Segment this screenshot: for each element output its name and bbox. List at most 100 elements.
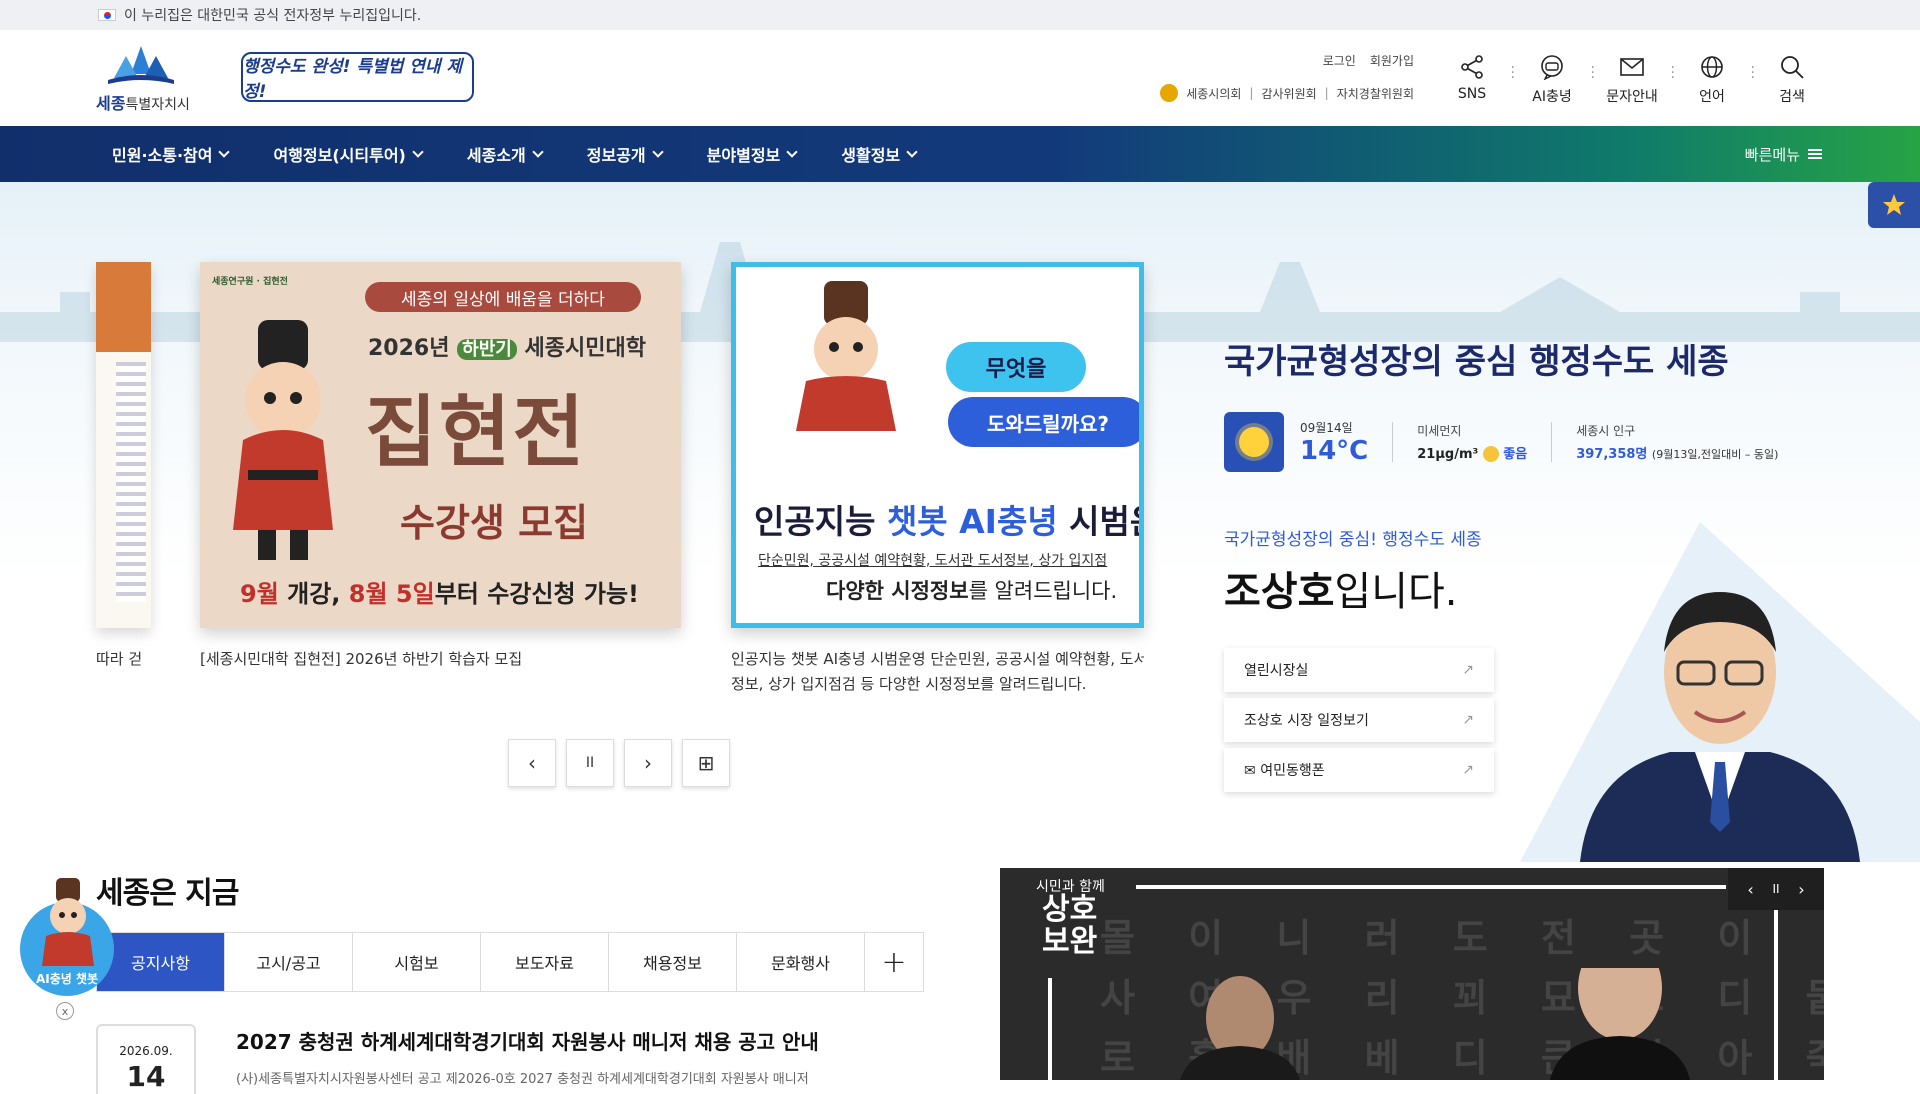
ai-chungnyeong-button[interactable]: AI충녕 · · · [1512, 54, 1595, 106]
tab-press[interactable]: 보도자료 [481, 933, 609, 991]
signup-link[interactable]: 회원가입 [1370, 52, 1414, 69]
chatbot-close-button[interactable]: x [56, 1002, 74, 1020]
slide-subtitle: 단순민원, 공공시설 예약현황, 도서관 도서정보, 상가 입지점 [758, 553, 1108, 569]
nav-item-info-disclosure[interactable]: 정보공개 [587, 126, 664, 182]
slide-title: 집현전 [365, 388, 587, 478]
main-nav: 민원·소통·참여 여행정보(시티투어) 세종소개 정보공개 분야별정보 생활정보… [0, 126, 1920, 182]
mayor-photo [1520, 522, 1920, 862]
slider-next-button[interactable]: › [624, 739, 672, 787]
video-controls: ‹ II › [1728, 868, 1824, 910]
site-logo[interactable]: 세종특별자치시 [96, 44, 226, 114]
news-tabs: 공지사항 고시/공고 시험보 보도자료 채용정보 문화행사 + [96, 932, 924, 992]
sns-button[interactable]: SNS · · · [1432, 54, 1515, 106]
nav-menu: 민원·소통·참여 여행정보(시티투어) 세종소개 정보공개 분야별정보 생활정보 [112, 126, 961, 182]
sejong-logo-icon [108, 46, 174, 84]
section-title: 세종은 지금 [96, 876, 239, 911]
chatbot-label: AI충녕 챗봇 [35, 972, 99, 986]
util-links: 로그인 회원가입 [1323, 52, 1414, 69]
mayor-subtitle: 국가균형성장의 중심! 행정수도 세종 [1224, 530, 1482, 550]
mascot-illustration [796, 281, 896, 431]
smile-icon [1482, 446, 1499, 463]
external-arrow-icon: ↗ [1462, 712, 1474, 728]
gov-banner-text: 이 누리집은 대한민국 공식 전자정부 누리집입니다. [124, 8, 422, 24]
video-people [1180, 968, 1690, 1080]
sms-info-button[interactable]: 문자안내 · · · [1592, 54, 1675, 106]
external-arrow-icon: ↗ [1462, 762, 1474, 778]
slide-banner: 세종의 일상에 배움을 더하다 [365, 282, 641, 312]
tab-bulletin[interactable]: 시험보 [353, 933, 481, 991]
council-link[interactable]: 세종시의회 [1186, 85, 1241, 102]
tab-recruit[interactable]: 채용정보 [609, 933, 737, 991]
mayor-panel: 국가균형성장의 중심 행정수도 세종 09월14일 14°C 미세먼지 21μg… [1144, 322, 1920, 862]
slide-card-ai-chatbot[interactable]: 무엇을 도와드릴까요? 인공지능 챗봇 AI충녕 시범운 단순민원, 공공시설 … [731, 262, 1144, 628]
login-link[interactable]: 로그인 [1323, 52, 1356, 69]
open-mayor-office-button[interactable]: 열린시장실 ↗ [1224, 648, 1494, 692]
tab-public-notice[interactable]: 고시/공고 [225, 933, 353, 991]
speech-bubble-1: 무엇을 [946, 342, 1086, 392]
pause-icon: II [585, 755, 595, 771]
external-arrow-icon: ↗ [1462, 662, 1474, 678]
fine-dust-info: 미세먼지 21μg/m³ 좋음 [1417, 423, 1528, 463]
tab-culture[interactable]: 문화행사 [737, 933, 865, 991]
header: 세종특별자치시 행정수도 완성! 특별법 연내 제정! 로그인 회원가입 세종시… [0, 30, 1920, 126]
more-button[interactable]: + [865, 933, 923, 991]
globe-icon [1701, 56, 1723, 78]
chevron-down-icon [906, 146, 918, 158]
header-icon-bar: SNS · · · AI충녕 · · · 문자안내 · · · 언어 · · · 검색 [1432, 54, 1832, 106]
pause-icon[interactable]: II [1772, 882, 1779, 896]
nav-item-travel[interactable]: 여행정보(시티투어) [273, 126, 424, 182]
chevron-down-icon [786, 146, 798, 158]
panel-title: 국가균형성장의 중심 행정수도 세종 [1224, 342, 1729, 382]
sun-icon [1224, 412, 1284, 472]
slider-pause-button[interactable]: II [566, 739, 614, 787]
nav-item-civil[interactable]: 민원·소통·참여 [112, 126, 231, 182]
police-link[interactable]: 자치경찰위원회 [1337, 85, 1414, 102]
slide-partial[interactable] [96, 262, 151, 628]
video-caption-big: 상호 보완 [1042, 892, 1098, 959]
population-info: 세종시 인구 397,358명 (9월13일,전일대비 – 동일) [1576, 424, 1779, 462]
star-icon [1883, 194, 1905, 215]
weather-temp: 14°C [1300, 435, 1369, 466]
notice-excerpt: (사)세종특별자치시자원봉사센터 공고 제2026-0호 2027 충청권 하계… [236, 1072, 809, 1087]
slogan-banner[interactable]: 행정수도 완성! 특별법 연내 제정! [241, 52, 474, 102]
chevron-right-icon: › [644, 751, 652, 775]
video-banner[interactable]: 몰 이 니 러 도 전 곳 이 사 여 우 리 꾀 묘 츠 디 뭍 로 흙 배 … [1000, 868, 1824, 1080]
language-button[interactable]: 언어 · · · [1672, 54, 1755, 106]
notice-title-link[interactable]: 2027 충청권 하계세계대학경기대회 자원봉사 매니저 채용 공고 안내 [236, 1026, 819, 1055]
ai-chat-icon [1541, 55, 1563, 80]
chevron-down-icon [412, 146, 424, 158]
slide-title-2: 수강생 모집 [400, 501, 589, 545]
audit-link[interactable]: 감사위원회 [1261, 85, 1316, 102]
slide-date-info: 9월 개강, 8월 5일부터 수강신청 가능! [240, 580, 639, 608]
mail-icon [1620, 58, 1644, 76]
ai-chatbot-button[interactable]: AI충녕 챗봇 [20, 878, 116, 996]
quick-menu-button[interactable]: 빠른메뉴 [1745, 126, 1822, 182]
slide-card-citizen-college[interactable]: 세종연구원 · 집현전 세종의 일상에 배움을 더하다 2026년 하반기 세종… [200, 262, 681, 628]
favorite-button[interactable] [1868, 182, 1920, 228]
chevron-left-icon[interactable]: ‹ [1747, 880, 1753, 899]
weather-widget: 09월14일 14°C 미세먼지 21μg/m³ 좋음 세종시 인구 397,3… [1224, 412, 1778, 472]
yeomin-phone-button[interactable]: ✉ 여민동행폰 ↗ [1224, 748, 1494, 792]
weather-date: 09월14일 [1300, 420, 1353, 435]
mayor-greeting: 조상호입니다. [1224, 569, 1458, 615]
slider-prev-button[interactable]: ‹ [508, 739, 556, 787]
nav-item-about[interactable]: 세종소개 [467, 126, 544, 182]
mayor-schedule-button[interactable]: 조상호 시장 일정보기 ↗ [1224, 698, 1494, 742]
slider-all-button[interactable]: ⊞ [682, 739, 730, 787]
slide-subtitle-2: 다양한 시정정보를 알려드립니다. [826, 579, 1118, 603]
chevron-down-icon [532, 146, 544, 158]
nav-item-field-info[interactable]: 분야별정보 [707, 126, 798, 182]
slide-caption-2[interactable]: 인공지능 챗봇 AI충녕 시범운영 단순민원, 공공시설 예약현황, 도서 정보… [731, 647, 1144, 697]
slide-caption-partial[interactable]: 따라 걷 [96, 647, 142, 672]
related-links: 세종시의회 | 감사위원회 | 자치경찰위원회 [1160, 84, 1414, 102]
search-button[interactable]: 검색 [1752, 54, 1832, 106]
slide-caption-1[interactable]: [세종시민대학 집현전] 2026년 하반기 학습자 모집 [200, 647, 522, 672]
chevron-left-icon: ‹ [528, 751, 536, 775]
tab-notice[interactable]: 공지사항 [97, 933, 225, 991]
chatbot-mascot-icon [42, 878, 94, 966]
slider-controls: ‹ II › ⊞ [508, 739, 730, 787]
speech-bubble-2: 도와드릴까요? [948, 397, 1139, 447]
nav-item-living-info[interactable]: 생활정보 [841, 126, 918, 182]
chevron-down-icon [651, 146, 664, 158]
chevron-right-icon[interactable]: › [1798, 880, 1804, 899]
